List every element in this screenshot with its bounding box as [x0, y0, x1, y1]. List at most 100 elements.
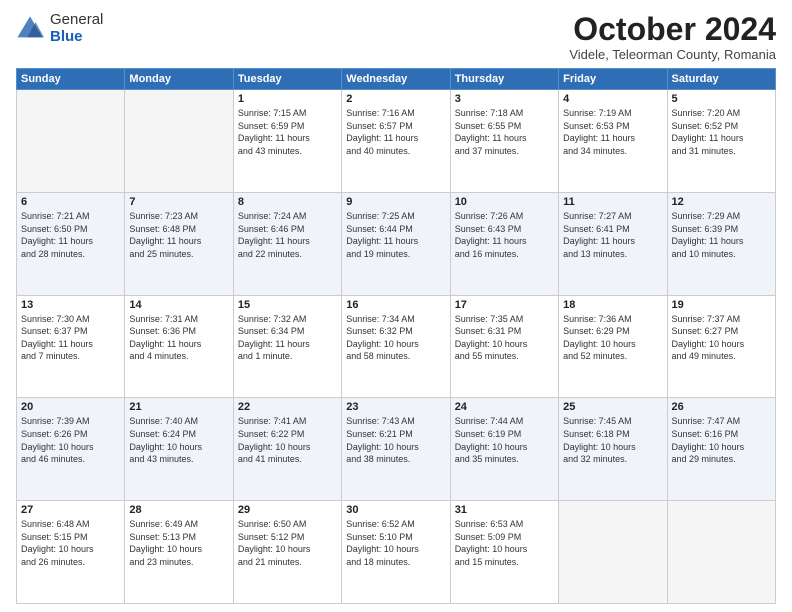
day-number: 26 [672, 401, 771, 413]
day-number: 28 [129, 504, 228, 516]
day-info: Sunrise: 7:43 AM Sunset: 6:21 PM Dayligh… [346, 415, 445, 465]
table-row: 7Sunrise: 7:23 AM Sunset: 6:48 PM Daylig… [125, 192, 233, 295]
subtitle: Videle, Teleorman County, Romania [569, 47, 776, 62]
day-info: Sunrise: 6:52 AM Sunset: 5:10 PM Dayligh… [346, 518, 445, 568]
day-number: 19 [672, 299, 771, 311]
logo: General Blue [16, 12, 103, 45]
day-info: Sunrise: 7:31 AM Sunset: 6:36 PM Dayligh… [129, 313, 228, 363]
day-info: Sunrise: 7:44 AM Sunset: 6:19 PM Dayligh… [455, 415, 554, 465]
col-friday: Friday [559, 69, 667, 90]
day-info: Sunrise: 7:16 AM Sunset: 6:57 PM Dayligh… [346, 107, 445, 157]
day-info: Sunrise: 7:34 AM Sunset: 6:32 PM Dayligh… [346, 313, 445, 363]
day-number: 24 [455, 401, 554, 413]
table-row [125, 90, 233, 193]
day-info: Sunrise: 6:50 AM Sunset: 5:12 PM Dayligh… [238, 518, 337, 568]
day-info: Sunrise: 7:45 AM Sunset: 6:18 PM Dayligh… [563, 415, 662, 465]
table-row: 13 Sunrise: 7:30 AM Sunset: 6:37 PM Dayli… [17, 295, 125, 398]
day-number: 23 [346, 401, 445, 413]
table-row [667, 501, 775, 604]
col-thursday: Thursday [450, 69, 558, 90]
day-info: Sunrise: 7:24 AM Sunset: 6:46 PM Dayligh… [238, 210, 337, 260]
table-row [17, 90, 125, 193]
day-number: 25 [563, 401, 662, 413]
day-info: Sunrise: 7:35 AM Sunset: 6:31 PM Dayligh… [455, 313, 554, 363]
table-row: 14 Sunrise: 7:31 AM Sunset: 6:36 PM Dayli… [125, 295, 233, 398]
day-info: Sunrise: 7:37 AM Sunset: 6:27 PM Dayligh… [672, 313, 771, 363]
header: General Blue October 2024 Videle, Teleor… [16, 12, 776, 62]
day-number: 1 [238, 93, 337, 105]
day-number: 29 [238, 504, 337, 516]
day-info: Sunrise: 7:36 AM Sunset: 6:29 PM Dayligh… [563, 313, 662, 363]
day-number: 18 [563, 299, 662, 311]
month-title: October 2024 [569, 12, 776, 47]
day-info: Sunrise: 7:26 AM Sunset: 6:43 PM Dayligh… [455, 210, 554, 260]
day-info: Sunrise: 7:30 AM Sunset: 6:37 PM Dayligh… [21, 313, 120, 363]
day-info: Sunrise: 7:47 AM Sunset: 6:16 PM Dayligh… [672, 415, 771, 465]
day-number: 27 [21, 504, 120, 516]
table-row: 6Sunrise: 7:21 AM Sunset: 6:50 PM Daylig… [17, 192, 125, 295]
day-number: 14 [129, 299, 228, 311]
day-info: Sunrise: 7:40 AM Sunset: 6:24 PM Dayligh… [129, 415, 228, 465]
day-info: Sunrise: 7:23 AM Sunset: 6:48 PM Dayligh… [129, 210, 228, 260]
table-row: 25 Sunrise: 7:45 AM Sunset: 6:18 PM Dayli… [559, 398, 667, 501]
table-row [559, 501, 667, 604]
day-info: Sunrise: 7:29 AM Sunset: 6:39 PM Dayligh… [672, 210, 771, 260]
day-info: Sunrise: 7:39 AM Sunset: 6:26 PM Dayligh… [21, 415, 120, 465]
logo-general-text: General [50, 12, 103, 29]
day-info: Sunrise: 7:25 AM Sunset: 6:44 PM Dayligh… [346, 210, 445, 260]
table-row: 12 Sunrise: 7:29 AM Sunset: 6:39 PM Dayli… [667, 192, 775, 295]
table-row: 17 Sunrise: 7:35 AM Sunset: 6:31 PM Dayli… [450, 295, 558, 398]
day-number: 4 [563, 93, 662, 105]
day-number: 20 [21, 401, 120, 413]
table-row: 19 Sunrise: 7:37 AM Sunset: 6:27 PM Dayli… [667, 295, 775, 398]
calendar-week-row: 6Sunrise: 7:21 AM Sunset: 6:50 PM Daylig… [17, 192, 776, 295]
calendar-week-row: 20 Sunrise: 7:39 AM Sunset: 6:26 PM Dayli… [17, 398, 776, 501]
day-number: 10 [455, 196, 554, 208]
day-number: 17 [455, 299, 554, 311]
logo-icon [16, 15, 44, 43]
table-row: 20 Sunrise: 7:39 AM Sunset: 6:26 PM Dayli… [17, 398, 125, 501]
table-row: 22Sunrise: 7:41 AM Sunset: 6:22 PM Dayli… [233, 398, 341, 501]
day-info: Sunrise: 7:41 AM Sunset: 6:22 PM Dayligh… [238, 415, 337, 465]
table-row: 1Sunrise: 7:15 AM Sunset: 6:59 PM Daylig… [233, 90, 341, 193]
logo-blue-text: Blue [50, 29, 103, 46]
col-monday: Monday [125, 69, 233, 90]
table-row: 9Sunrise: 7:25 AM Sunset: 6:44 PM Daylig… [342, 192, 450, 295]
table-row: 4 Sunrise: 7:19 AM Sunset: 6:53 PM Daylig… [559, 90, 667, 193]
day-number: 21 [129, 401, 228, 413]
calendar-table: Sunday Monday Tuesday Wednesday Thursday… [16, 68, 776, 604]
day-number: 30 [346, 504, 445, 516]
table-row: 29 Sunrise: 6:50 AM Sunset: 5:12 PM Dayli… [233, 501, 341, 604]
col-sunday: Sunday [17, 69, 125, 90]
table-row: 18 Sunrise: 7:36 AM Sunset: 6:29 PM Dayli… [559, 295, 667, 398]
title-block: October 2024 Videle, Teleorman County, R… [569, 12, 776, 62]
table-row: 30 Sunrise: 6:52 AM Sunset: 5:10 PM Dayli… [342, 501, 450, 604]
day-number: 5 [672, 93, 771, 105]
calendar-page: General Blue October 2024 Videle, Teleor… [0, 0, 792, 612]
table-row: 24 Sunrise: 7:44 AM Sunset: 6:19 PM Dayli… [450, 398, 558, 501]
day-info: Sunrise: 7:20 AM Sunset: 6:52 PM Dayligh… [672, 107, 771, 157]
calendar-header-row: Sunday Monday Tuesday Wednesday Thursday… [17, 69, 776, 90]
col-tuesday: Tuesday [233, 69, 341, 90]
table-row: 21 Sunrise: 7:40 AM Sunset: 6:24 PM Dayli… [125, 398, 233, 501]
day-info: Sunrise: 7:18 AM Sunset: 6:55 PM Dayligh… [455, 107, 554, 157]
table-row: 10 Sunrise: 7:26 AM Sunset: 6:43 PM Dayli… [450, 192, 558, 295]
calendar-week-row: 1Sunrise: 7:15 AM Sunset: 6:59 PM Daylig… [17, 90, 776, 193]
day-number: 13 [21, 299, 120, 311]
day-number: 15 [238, 299, 337, 311]
day-number: 12 [672, 196, 771, 208]
col-wednesday: Wednesday [342, 69, 450, 90]
table-row: 15Sunrise: 7:32 AM Sunset: 6:34 PM Dayli… [233, 295, 341, 398]
table-row: 8Sunrise: 7:24 AM Sunset: 6:46 PM Daylig… [233, 192, 341, 295]
day-info: Sunrise: 7:19 AM Sunset: 6:53 PM Dayligh… [563, 107, 662, 157]
table-row: 2 Sunrise: 7:16 AM Sunset: 6:57 PM Daylig… [342, 90, 450, 193]
day-info: Sunrise: 7:21 AM Sunset: 6:50 PM Dayligh… [21, 210, 120, 260]
table-row: 26 Sunrise: 7:47 AM Sunset: 6:16 PM Dayli… [667, 398, 775, 501]
day-info: Sunrise: 6:49 AM Sunset: 5:13 PM Dayligh… [129, 518, 228, 568]
table-row: 3Sunrise: 7:18 AM Sunset: 6:55 PM Daylig… [450, 90, 558, 193]
day-number: 2 [346, 93, 445, 105]
table-row: 16Sunrise: 7:34 AM Sunset: 6:32 PM Dayli… [342, 295, 450, 398]
calendar-week-row: 27Sunrise: 6:48 AM Sunset: 5:15 PM Dayli… [17, 501, 776, 604]
day-number: 31 [455, 504, 554, 516]
table-row: 31Sunrise: 6:53 AM Sunset: 5:09 PM Dayli… [450, 501, 558, 604]
